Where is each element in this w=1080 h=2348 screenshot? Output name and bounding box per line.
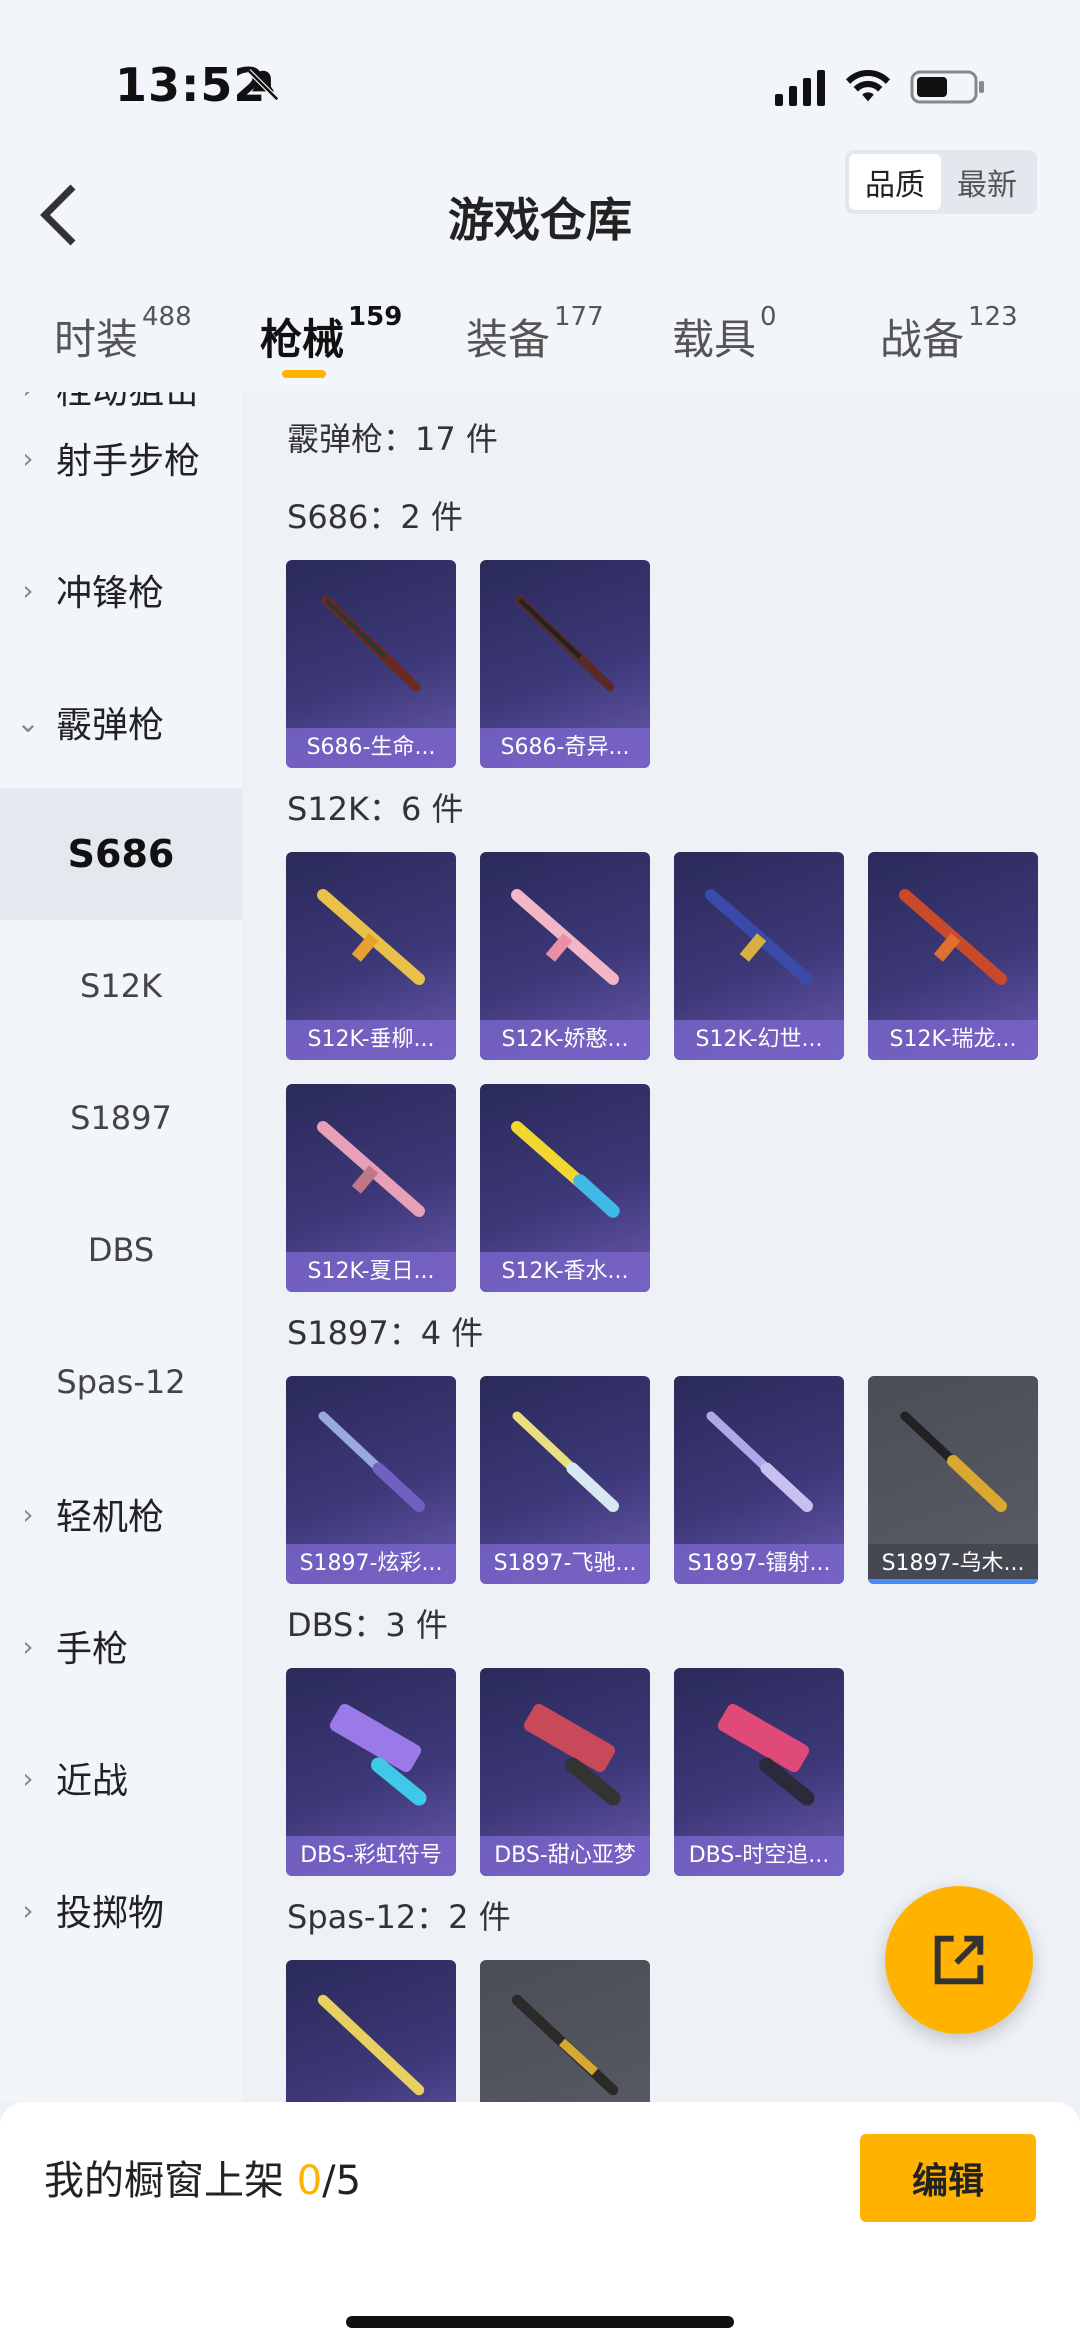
category-total: 霰弹枪：17 件 <box>287 420 498 458</box>
skin-card-label: S12K-瑞龙... <box>868 1020 1038 1060</box>
sidebar-sub-spas12[interactable]: Spas-12 <box>0 1316 242 1448</box>
home-indicator[interactable] <box>346 2316 734 2328</box>
section-title: Spas-12：2 件 <box>287 1898 511 1936</box>
sidebar-item-smg[interactable]: › 冲锋枪 <box>0 524 242 656</box>
shotgun-icon <box>321 595 421 692</box>
skin-card[interactable]: S686-生命... <box>286 560 456 768</box>
skin-card-label: S12K-香水... <box>480 1252 650 1292</box>
shotgun-icon <box>511 1121 620 1218</box>
wifi-icon <box>845 69 891 102</box>
share-button[interactable] <box>885 1886 1033 2034</box>
showcase-count: 0 <box>296 2158 323 2204</box>
shotgun-icon <box>317 1994 425 2096</box>
tab-supplies[interactable]: 战备 123 <box>880 302 1018 367</box>
skin-card[interactable]: DBS-甜心亚梦 <box>480 1668 650 1876</box>
shotgun-icon <box>512 1411 619 1512</box>
shotgun-icon <box>511 889 619 985</box>
chevron-right-icon: › <box>22 1629 34 1663</box>
section-title: S1897：4 件 <box>287 1314 484 1352</box>
bell-muted-icon <box>247 69 279 101</box>
shotgun-icon <box>900 1411 1007 1512</box>
tab-vehicles[interactable]: 载具 0 <box>672 302 777 367</box>
skin-card-label: S1897-炫彩... <box>286 1544 456 1584</box>
skin-card[interactable]: S686-奇异... <box>480 560 650 768</box>
chevron-right-icon: › <box>22 441 34 475</box>
cellular-signal-icon <box>775 70 825 106</box>
skin-card[interactable]: S1897-飞驰... <box>480 1376 650 1584</box>
shotgun-icon <box>706 1411 813 1512</box>
skin-card[interactable]: S1897-镭射... <box>674 1376 844 1584</box>
sidebar-sub-dbs[interactable]: DBS <box>0 1184 242 1316</box>
sort-toggle: 品质 最新 <box>845 150 1037 214</box>
skin-card-label: S12K-幻世... <box>674 1020 844 1060</box>
sidebar-sub-s1897[interactable]: S1897 <box>0 1052 242 1184</box>
tab-indicator <box>282 370 326 378</box>
tab-equipment[interactable]: 装备 177 <box>466 302 604 367</box>
chevron-right-icon: › <box>22 1893 34 1927</box>
skin-card-label: S12K-夏日... <box>286 1252 456 1292</box>
section-title: S12K：6 件 <box>287 790 464 828</box>
weapon-sidebar: ›栓动狙击 ›射手步枪 ›冲锋枪 ⌄霰弹枪 S686 S12K S1897 DB… <box>0 392 242 2102</box>
showcase-status: 我的橱窗上架 0/5 <box>44 2158 362 2204</box>
skin-card[interactable] <box>480 1960 650 2102</box>
section-title: S686：2 件 <box>287 498 463 536</box>
sidebar-item-melee[interactable]: › 近战 <box>0 1712 242 1844</box>
sidebar-sub-s686[interactable]: S686 <box>0 788 242 920</box>
header: 游戏仓库 品质 最新 <box>0 150 1080 290</box>
chevron-right-icon: › <box>22 573 34 607</box>
shotgun-icon <box>318 1411 425 1512</box>
tab-guns[interactable]: 枪械 159 <box>260 302 402 367</box>
skin-card-label: DBS-彩虹符号 <box>286 1836 456 1876</box>
sidebar-item-throwable[interactable]: › 投掷物 <box>0 1844 242 1976</box>
skin-card-label: S12K-垂柳... <box>286 1020 456 1060</box>
section-title: DBS：3 件 <box>287 1606 448 1644</box>
skin-card[interactable]: DBS-彩虹符号 <box>286 1668 456 1876</box>
shotgun-icon <box>511 1994 619 2096</box>
shotgun-icon <box>899 889 1007 985</box>
tab-fashion[interactable]: 时装 488 <box>54 302 192 367</box>
skin-card-label: DBS-甜心亚梦 <box>480 1836 650 1876</box>
sidebar-item-marksman[interactable]: › 射手步枪 <box>0 392 242 524</box>
shotgun-icon <box>329 1703 427 1806</box>
skin-card[interactable]: S12K-幻世... <box>674 852 844 1060</box>
skin-card-label: S1897-飞驰... <box>480 1544 650 1584</box>
shotgun-icon <box>515 595 615 692</box>
sidebar-item-lmg[interactable]: › 轻机枪 <box>0 1448 242 1580</box>
shotgun-icon <box>705 889 813 985</box>
shotgun-icon <box>317 889 425 985</box>
skin-card[interactable]: S12K-香水... <box>480 1084 650 1292</box>
sidebar-item-shotgun[interactable]: ⌄ 霰弹枪 <box>0 656 242 788</box>
skin-card[interactable]: S1897-乌木... <box>868 1376 1038 1584</box>
status-bar: 13:52 <box>0 0 1080 150</box>
shotgun-icon <box>317 1121 425 1217</box>
skin-card-label: DBS-时空追... <box>674 1836 844 1876</box>
skin-card-label: S1897-乌木... <box>868 1544 1038 1584</box>
edit-button[interactable]: 编辑 <box>860 2134 1036 2222</box>
category-tabs: 时装 488 枪械 159 装备 177 载具 0 战备 123 <box>0 290 1080 392</box>
sidebar-sub-s12k[interactable]: S12K <box>0 920 242 1052</box>
chevron-right-icon: › <box>22 1761 34 1795</box>
skin-card-label: S686-奇异... <box>480 728 650 768</box>
skin-card-label: S686-生命... <box>286 728 456 768</box>
shotgun-icon <box>523 1703 621 1806</box>
chevron-right-icon: › <box>22 1497 34 1531</box>
bottom-bar: 我的橱窗上架 0/5 编辑 <box>0 2102 1080 2348</box>
skin-card[interactable]: S12K-垂柳... <box>286 852 456 1060</box>
sort-newest-button[interactable]: 最新 <box>941 154 1033 210</box>
item-grid-area: 霰弹枪：17 件 S686：2 件 S686-生命... S686-奇异... … <box>242 392 1080 2102</box>
skin-card-label: S12K-娇憨... <box>480 1020 650 1060</box>
skin-card[interactable] <box>286 1960 456 2102</box>
skin-card[interactable]: S12K-瑞龙... <box>868 852 1038 1060</box>
skin-card[interactable]: S1897-炫彩... <box>286 1376 456 1584</box>
skin-card[interactable]: DBS-时空追... <box>674 1668 844 1876</box>
shotgun-icon <box>717 1703 815 1806</box>
share-icon <box>934 1935 984 1985</box>
sort-quality-button[interactable]: 品质 <box>849 154 941 210</box>
skin-card[interactable]: S12K-夏日... <box>286 1084 456 1292</box>
battery-icon <box>910 70 984 104</box>
skin-card-label: S1897-镭射... <box>674 1544 844 1584</box>
sidebar-item-pistol[interactable]: › 手枪 <box>0 1580 242 1712</box>
chevron-down-icon: ⌄ <box>16 705 40 739</box>
skin-card[interactable]: S12K-娇憨... <box>480 852 650 1060</box>
